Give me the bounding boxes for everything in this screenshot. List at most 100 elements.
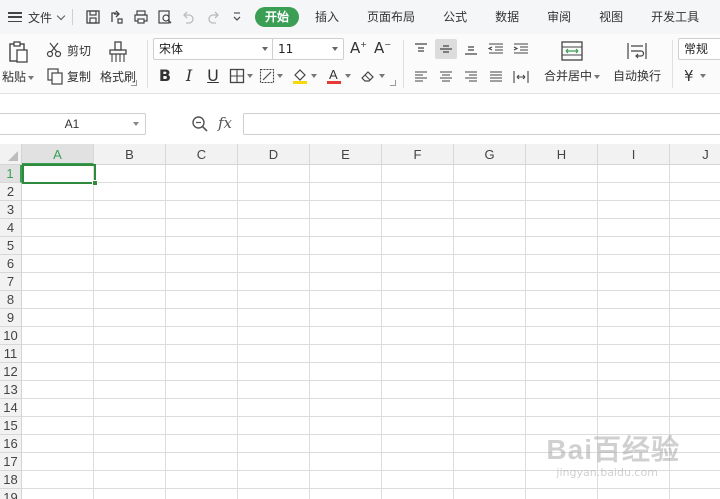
align-center-button[interactable] (435, 67, 457, 87)
column-header-c[interactable]: C (166, 144, 238, 165)
redo-icon[interactable] (205, 9, 221, 25)
active-cell-a1[interactable] (22, 164, 98, 186)
tab-developer[interactable]: 开发工具 (637, 7, 713, 27)
column-header-j[interactable]: J (670, 144, 720, 165)
clear-format-dropdown-arrow[interactable] (379, 73, 385, 78)
row-header-17[interactable]: 17 (0, 453, 22, 471)
row-header-19[interactable]: 19 (0, 489, 22, 499)
wrap-text-button[interactable]: 自动换行 (613, 40, 661, 84)
tab-home[interactable]: 开始 (255, 7, 300, 27)
file-menu-label[interactable]: 文件 (28, 9, 52, 26)
font-group-launcher-icon[interactable] (390, 80, 396, 86)
row-header-16[interactable]: 16 (0, 435, 22, 453)
currency-dropdown-arrow[interactable] (699, 74, 706, 78)
underline-button[interactable]: U (203, 66, 223, 85)
merge-center-dropdown-arrow[interactable] (594, 74, 601, 79)
save-icon[interactable] (85, 9, 101, 25)
align-right-button[interactable] (460, 67, 482, 87)
row-header-3[interactable]: 3 (0, 201, 22, 219)
row-header-2[interactable]: 2 (0, 183, 22, 201)
cut-button[interactable]: 剪切 (46, 41, 91, 59)
clipboard-group-launcher-icon[interactable] (131, 80, 137, 86)
merge-center-button[interactable]: 合并居中 (544, 40, 601, 84)
customize-quick-access-icon[interactable] (229, 9, 245, 25)
font-size-dropdown-arrow[interactable] (332, 47, 338, 51)
bold-button[interactable]: B (155, 66, 175, 85)
undo-icon[interactable] (181, 9, 197, 25)
font-name-dropdown-arrow[interactable] (262, 47, 268, 51)
align-right-icon (465, 71, 477, 82)
font-name-select[interactable]: 宋体 (153, 38, 274, 60)
paste-button[interactable]: 粘贴 (2, 40, 35, 85)
fill-pattern-button[interactable] (259, 68, 283, 84)
row-header-1[interactable]: 1 (0, 165, 22, 183)
font-size-select[interactable]: 11 (272, 38, 344, 60)
fill-handle[interactable] (92, 180, 98, 186)
row-header-7[interactable]: 7 (0, 273, 22, 291)
insert-function-button[interactable]: fx (218, 114, 232, 132)
fill-pattern-dropdown-arrow[interactable] (277, 73, 283, 78)
column-header-d[interactable]: D (238, 144, 310, 165)
copy-button[interactable]: 复制 (46, 67, 91, 85)
print-preview-icon[interactable] (157, 9, 173, 25)
currency-format-button[interactable]: ¥ (684, 67, 706, 85)
italic-button[interactable]: I (179, 66, 199, 85)
spreadsheet-grid[interactable]: ABCDEFGHIJ 1 2 3 4 5 6 7 8 9 10 11 12 13 14 15 16 17 18 19… (0, 144, 720, 499)
row-header-18[interactable]: 18 (0, 471, 22, 489)
increase-indent-button[interactable] (510, 39, 532, 59)
chevron-down-icon[interactable] (56, 11, 66, 20)
export-icon[interactable] (109, 9, 125, 25)
border-dropdown-arrow[interactable] (247, 73, 253, 78)
row-header-10[interactable]: 10 (0, 327, 22, 345)
clear-format-button[interactable] (359, 67, 385, 85)
number-format-select[interactable]: 常规 (678, 38, 720, 60)
column-header-i[interactable]: I (598, 144, 670, 165)
row-header-12[interactable]: 12 (0, 363, 22, 381)
row-header-15[interactable]: 15 (0, 417, 22, 435)
decrease-font-size-icon[interactable]: A− (374, 39, 391, 57)
formula-input[interactable] (243, 113, 720, 135)
increase-font-size-icon[interactable]: A+ (350, 39, 367, 57)
name-box-dropdown-arrow[interactable] (133, 122, 139, 126)
column-header-a[interactable]: A (22, 144, 94, 165)
justify-button[interactable] (485, 67, 507, 87)
select-all-corner[interactable] (0, 144, 22, 165)
fill-color-dropdown-arrow[interactable] (311, 73, 317, 78)
print-icon[interactable] (133, 9, 149, 25)
tab-view[interactable]: 视图 (585, 7, 637, 27)
row-header-8[interactable]: 8 (0, 291, 22, 309)
format-painter-button[interactable]: 格式刷 (100, 40, 136, 85)
row-header-5[interactable]: 5 (0, 237, 22, 255)
fill-color-button[interactable] (291, 67, 317, 85)
row-header-13[interactable]: 13 (0, 381, 22, 399)
tab-insert[interactable]: 插入 (301, 7, 353, 27)
column-header-b[interactable]: B (94, 144, 166, 165)
align-bottom-button[interactable] (460, 39, 482, 59)
row-header-14[interactable]: 14 (0, 399, 22, 417)
file-menu[interactable]: 文件 (0, 0, 66, 34)
font-color-dropdown-arrow[interactable] (345, 73, 351, 78)
row-header-4[interactable]: 4 (0, 219, 22, 237)
tab-review[interactable]: 审阅 (533, 7, 585, 27)
distributed-align-button[interactable] (510, 67, 532, 87)
align-top-button[interactable] (410, 39, 432, 59)
decrease-indent-button[interactable] (485, 39, 507, 59)
tab-data[interactable]: 数据 (481, 7, 533, 27)
hamburger-icon[interactable] (8, 12, 22, 22)
tab-formulas[interactable]: 公式 (429, 7, 481, 27)
column-header-g[interactable]: G (454, 144, 526, 165)
row-header-11[interactable]: 11 (0, 345, 22, 363)
align-middle-button[interactable] (435, 39, 457, 59)
column-header-h[interactable]: H (526, 144, 598, 165)
paste-dropdown-arrow[interactable] (28, 75, 35, 80)
column-header-e[interactable]: E (310, 144, 382, 165)
tab-page-layout[interactable]: 页面布局 (353, 7, 429, 27)
name-box[interactable]: A1 (0, 113, 146, 135)
align-left-button[interactable] (410, 67, 432, 87)
zoom-function-icon[interactable] (191, 115, 209, 136)
row-header-6[interactable]: 6 (0, 255, 22, 273)
border-button[interactable] (229, 68, 253, 84)
row-header-9[interactable]: 9 (0, 309, 22, 327)
font-color-button[interactable]: A (325, 67, 351, 85)
column-header-f[interactable]: F (382, 144, 454, 165)
